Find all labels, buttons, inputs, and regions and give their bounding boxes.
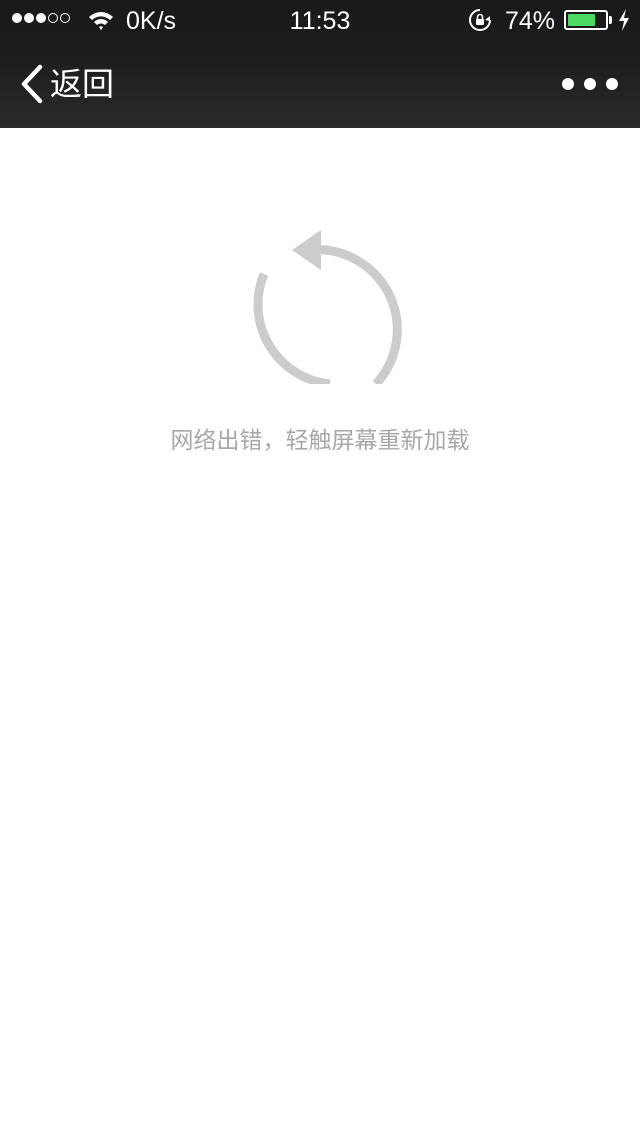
more-dots-icon bbox=[606, 78, 618, 90]
battery-icon bbox=[564, 10, 608, 30]
status-bar: 0K/s 11:53 74% bbox=[0, 0, 640, 40]
more-button[interactable] bbox=[562, 70, 618, 98]
reload-area[interactable]: 网络出错，轻触屏幕重新加载 bbox=[0, 128, 640, 1136]
back-button[interactable]: 返回 bbox=[18, 62, 114, 106]
top-bar: 0K/s 11:53 74% 返回 bbox=[0, 0, 640, 128]
error-message: 网络出错，轻触屏幕重新加载 bbox=[170, 428, 470, 454]
chevron-left-icon bbox=[21, 64, 43, 104]
reload-icon bbox=[253, 230, 402, 384]
more-dots-icon bbox=[562, 78, 574, 90]
more-dots-icon bbox=[584, 78, 596, 90]
charging-icon bbox=[619, 9, 629, 31]
back-label: 返回 bbox=[50, 65, 115, 103]
navigation-bar: 返回 bbox=[0, 40, 640, 128]
battery-tip bbox=[609, 16, 612, 24]
rotation-lock-icon bbox=[469, 9, 491, 31]
battery-percent: 74% bbox=[505, 7, 556, 35]
battery-fill bbox=[568, 14, 595, 26]
